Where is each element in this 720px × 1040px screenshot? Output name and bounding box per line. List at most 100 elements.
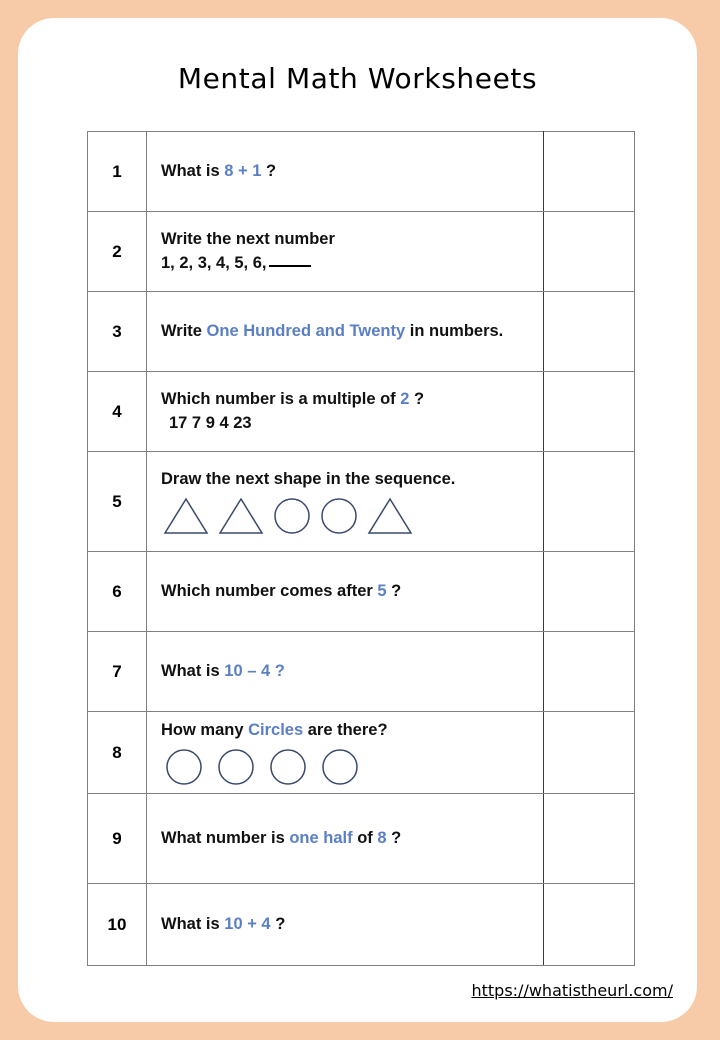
question-number: 2 <box>87 211 147 292</box>
question-line: Draw the next shape in the sequence. <box>161 468 543 491</box>
question-text: What is 8 + 1 ? <box>147 154 543 189</box>
question-number: 1 <box>87 131 147 212</box>
worksheet-row: 4 Which number is a multiple of 2 ? 17 7 9… <box>87 371 635 452</box>
worksheet-row: 5 Draw the next shape in the sequence. <box>87 451 635 552</box>
question-text-segment: ? <box>409 390 425 409</box>
question-text-segment: What is <box>161 914 225 933</box>
page-title: Mental Math Worksheets <box>177 62 538 95</box>
triangle-shape-icon <box>218 497 264 534</box>
question-line: 17 7 9 4 23 <box>161 412 543 435</box>
worksheet-page: Mental Math Worksheets 1 What is 8 + 1 ? 2… <box>18 18 697 1022</box>
circle-shape-icon <box>322 748 358 785</box>
worksheet-row: 9 What number is one half of 8 ? <box>87 793 635 884</box>
highlighted-term: One Hundred and Twenty <box>206 321 406 340</box>
question-number: 8 <box>87 711 147 794</box>
answer-cell[interactable] <box>543 291 635 372</box>
worksheet-row: 1 What is 8 + 1 ? <box>87 131 635 212</box>
question-text: Which number is a multiple of 2 ? 17 7 9 … <box>147 382 543 441</box>
source-url-link[interactable]: https://whatistheurl.com/ <box>471 981 673 1000</box>
question-line: What is 10 + 4 ? <box>161 913 543 936</box>
question-number: 5 <box>87 451 147 552</box>
worksheet-row: 6 Which number comes after 5 ? <box>87 551 635 632</box>
question-text-segment: are there? <box>303 721 388 740</box>
question-text: What is 10 + 4 ? <box>147 907 543 942</box>
worksheet-table-body: 1 What is 8 + 1 ? 2 Write the next number 1,… <box>87 131 635 966</box>
question-text-segment: Write the next number <box>161 230 335 249</box>
question-text-segment: in numbers. <box>405 321 504 340</box>
question-text: Draw the next shape in the sequence. <box>147 462 543 541</box>
answer-cell[interactable] <box>543 631 635 712</box>
circle-shape-icon <box>270 748 306 785</box>
question-text: How many Circles are there? <box>147 713 543 791</box>
question-cell: Write the next number 1, 2, 3, 4, 5, 6, <box>146 211 544 292</box>
worksheet-row: 10 What is 10 + 4 ? <box>87 883 635 966</box>
question-number: 7 <box>87 631 147 712</box>
answer-cell[interactable] <box>543 371 635 452</box>
answer-blank[interactable] <box>268 264 311 267</box>
question-line: Which number is a multiple of 2 ? <box>161 388 543 411</box>
circle-shape-icon <box>166 748 202 785</box>
answer-cell[interactable] <box>543 131 635 212</box>
question-cell: What number is one half of 8 ? <box>146 793 544 884</box>
answer-cell[interactable] <box>543 711 635 794</box>
question-text-segment: ? <box>261 161 277 180</box>
answer-cell[interactable] <box>543 883 635 966</box>
question-cell: What is 10 + 4 ? <box>146 883 544 966</box>
question-text: What is 10 – 4 ? <box>147 654 543 689</box>
question-text-segment: What is <box>161 161 225 180</box>
shape-sequence <box>161 497 543 535</box>
worksheet-row: 7 What is 10 – 4 ? <box>87 631 635 712</box>
question-line: What is 10 – 4 ? <box>161 660 543 683</box>
worksheet-row: 2 Write the next number 1, 2, 3, 4, 5, 6, <box>87 211 635 292</box>
question-text: What number is one half of 8 ? <box>147 821 543 856</box>
question-text-segment: Draw the next shape in the sequence. <box>161 469 456 488</box>
question-line: Write the next number <box>161 228 543 251</box>
question-line: Which number comes after 5 ? <box>161 580 543 603</box>
question-number: 10 <box>87 883 147 966</box>
question-line: Write One Hundred and Twenty in numbers. <box>161 320 543 343</box>
worksheet-row: 8 How many Circles are there? <box>87 711 635 794</box>
answer-cell[interactable] <box>543 793 635 884</box>
question-cell: Write One Hundred and Twenty in numbers. <box>146 291 544 372</box>
question-line: 1, 2, 3, 4, 5, 6, <box>161 252 543 275</box>
answer-cell[interactable] <box>543 451 635 552</box>
question-cell: How many Circles are there? <box>146 711 544 794</box>
question-text: Which number comes after 5 ? <box>147 574 543 609</box>
question-text-segment: What number is <box>161 828 290 847</box>
question-number: 9 <box>87 793 147 884</box>
question-text-segment: What is <box>161 661 225 680</box>
worksheet-table: 1 What is 8 + 1 ? 2 Write the next number 1,… <box>87 131 635 966</box>
question-text-segment: Which number is a multiple of <box>161 390 401 409</box>
question-text-segment: ? <box>386 828 402 847</box>
question-number: 4 <box>87 371 147 452</box>
question-number: 3 <box>87 291 147 372</box>
highlighted-term: 10 – 4 ? <box>224 661 285 680</box>
highlighted-term: one half <box>289 828 353 847</box>
question-cell: Draw the next shape in the sequence. <box>146 451 544 552</box>
triangle-shape-icon <box>367 497 413 534</box>
question-text: Write One Hundred and Twenty in numbers. <box>147 314 543 349</box>
question-cell: Which number comes after 5 ? <box>146 551 544 632</box>
question-number: 6 <box>87 551 147 632</box>
question-text-segment: ? <box>270 914 286 933</box>
answer-cell[interactable] <box>543 211 635 292</box>
question-text-segment: of <box>352 828 378 847</box>
question-text-segment: ? <box>386 581 402 600</box>
highlighted-term: 5 <box>377 581 387 600</box>
question-text-segment: 17 7 9 4 23 <box>169 413 252 432</box>
circle-shape-icon <box>218 748 254 785</box>
highlighted-term: 10 + 4 <box>224 914 271 933</box>
question-text-segment: Which number comes after <box>161 581 378 600</box>
answer-cell[interactable] <box>543 551 635 632</box>
highlighted-term: 8 + 1 <box>224 161 262 180</box>
circle-shape-icon <box>321 498 357 534</box>
question-text-segment: Write <box>161 321 207 340</box>
question-line: How many Circles are there? <box>161 719 543 742</box>
question-line: What is 8 + 1 ? <box>161 160 543 183</box>
question-cell: What is 8 + 1 ? <box>146 131 544 212</box>
triangle-shape-icon <box>163 497 209 534</box>
question-line: What number is one half of 8 ? <box>161 827 543 850</box>
highlighted-term: Circles <box>248 721 304 740</box>
highlighted-term: 8 <box>377 828 387 847</box>
question-cell: What is 10 – 4 ? <box>146 631 544 712</box>
